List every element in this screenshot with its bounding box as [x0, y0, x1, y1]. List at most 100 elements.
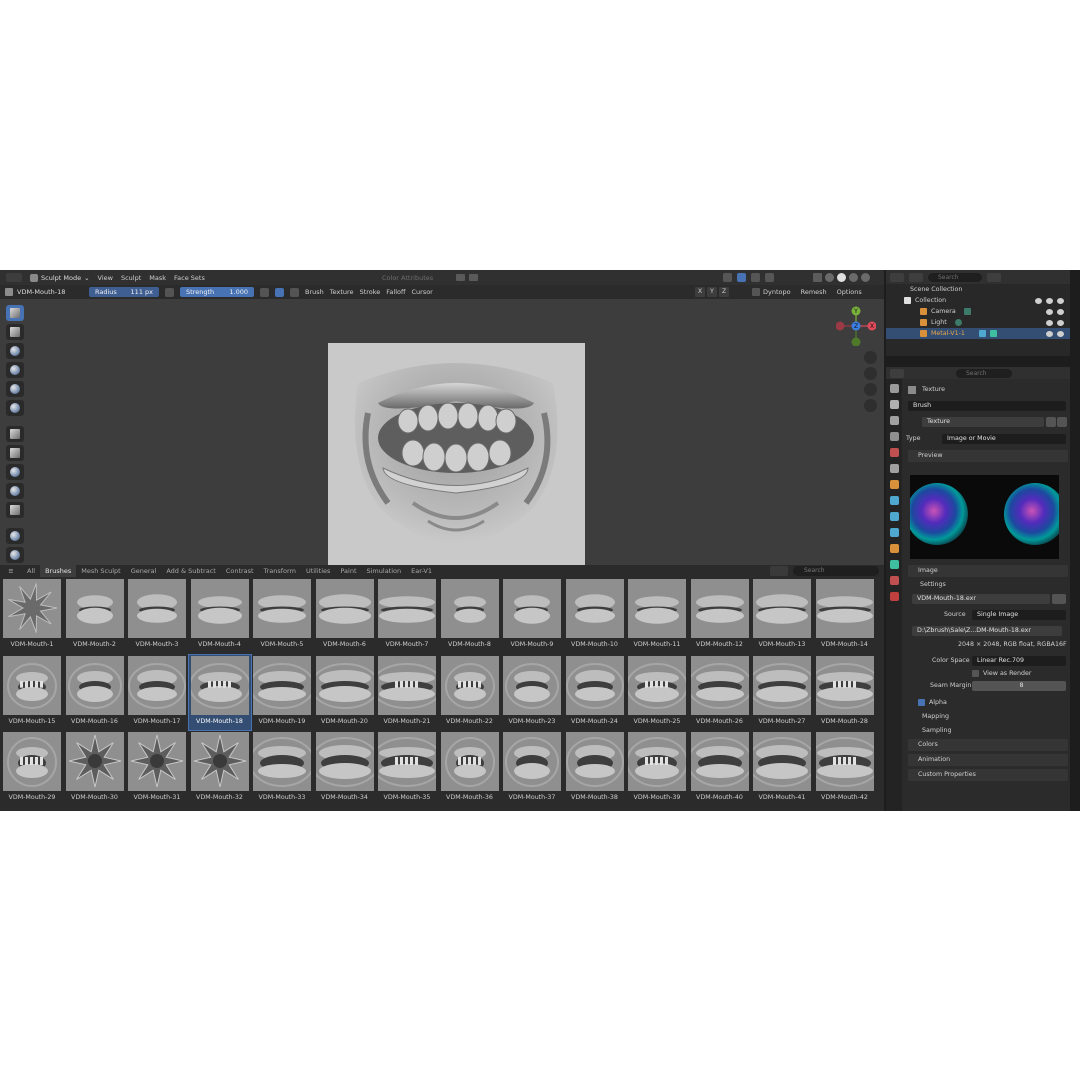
collection-row[interactable]: Collection — [886, 295, 1070, 306]
alpha-subpanel[interactable]: Alpha — [904, 697, 1068, 708]
camera-view-icon[interactable] — [864, 383, 877, 396]
image-panel-header[interactable]: Image — [908, 565, 1068, 577]
tool-cloth-filter[interactable] — [6, 547, 24, 563]
brush-asset-item[interactable]: VDM-Mouth-34 — [314, 731, 376, 806]
visibility-icon[interactable] — [723, 273, 732, 282]
brush-asset-item[interactable]: VDM-Mouth-2 — [64, 578, 126, 653]
brush-asset-item[interactable]: VDM-Mouth-8 — [439, 578, 501, 653]
editor-type-button[interactable] — [6, 273, 22, 282]
tool-brush[interactable] — [6, 305, 24, 321]
seam-margin-field[interactable]: 8 — [972, 681, 1066, 691]
dyntopo-toggle[interactable]: Dyntopo — [752, 288, 791, 296]
brush-asset-item[interactable]: VDM-Mouth-3 — [126, 578, 188, 653]
brush-asset-item[interactable]: VDM-Mouth-5 — [251, 578, 313, 653]
properties-search-input[interactable]: Search — [956, 368, 1012, 378]
pressure-radius-icon[interactable] — [165, 287, 174, 297]
open-image-button[interactable] — [1052, 594, 1066, 604]
brush-asset-item[interactable]: VDM-Mouth-12 — [689, 578, 751, 653]
tool-tab-icon[interactable] — [889, 384, 899, 393]
brush-asset-item[interactable]: VDM-Mouth-24 — [564, 655, 626, 730]
modifier-tab-icon[interactable] — [889, 496, 899, 505]
pan-hand-icon[interactable] — [864, 367, 877, 380]
brush-field[interactable]: Brush — [908, 401, 1066, 411]
material-tab-icon[interactable] — [889, 576, 899, 585]
tab-add-subtract[interactable]: Add & Subtract — [161, 565, 220, 577]
brush-asset-item[interactable]: VDM-Mouth-17 — [126, 655, 188, 730]
eye-icon[interactable] — [1046, 330, 1053, 337]
symmetry-x-button[interactable]: X — [695, 287, 705, 297]
options-menu[interactable]: Options — [837, 288, 862, 296]
brush-asset-item[interactable]: VDM-Mouth-10 — [564, 578, 626, 653]
properties-editor-button[interactable] — [890, 368, 904, 378]
brush-asset-item[interactable]: VDM-Mouth-37 — [501, 731, 563, 806]
source-dropdown[interactable]: Single Image — [972, 610, 1066, 620]
alpha-checkbox[interactable] — [918, 699, 925, 706]
rendered-shading-icon[interactable] — [861, 273, 870, 282]
eye-icon[interactable] — [1046, 297, 1053, 304]
outliner-item-metal[interactable]: Metal-V1-1 — [886, 328, 1070, 339]
brush-asset-item[interactable]: VDM-Mouth-26 — [689, 655, 751, 730]
view-as-render-checkbox[interactable] — [972, 670, 979, 677]
tab-simulation[interactable]: Simulation — [362, 565, 407, 577]
tool-mesh-filter[interactable] — [6, 528, 24, 544]
brush-asset-item[interactable]: VDM-Mouth-6 — [314, 578, 376, 653]
pivot-selector[interactable] — [456, 273, 492, 282]
camera-render-icon[interactable] — [1057, 308, 1064, 315]
3d-viewport[interactable]: Y X Z — [0, 299, 884, 575]
brush-asset-item[interactable]: VDM-Mouth-1 — [1, 578, 63, 653]
menu-view[interactable]: View — [98, 274, 113, 282]
tool-paint[interactable] — [6, 324, 24, 340]
scene-tab-icon[interactable] — [889, 448, 899, 457]
xray-toggle-icon[interactable] — [813, 273, 822, 282]
brush-asset-item[interactable]: VDM-Mouth-35 — [376, 731, 438, 806]
tool-inflate[interactable] — [6, 381, 24, 397]
camera-render-icon[interactable] — [1057, 330, 1064, 337]
tab-contrast[interactable]: Contrast — [221, 565, 259, 577]
brush-asset-item[interactable]: VDM-Mouth-7 — [376, 578, 438, 653]
outliner-editor-button[interactable] — [890, 272, 904, 282]
gizmo-toggle-icon[interactable] — [737, 273, 746, 282]
brush-asset-item[interactable]: VDM-Mouth-19 — [251, 655, 313, 730]
dyntopo-checkbox[interactable] — [752, 288, 760, 296]
custom-properties-panel-header[interactable]: Custom Properties — [908, 769, 1068, 781]
animation-panel-header[interactable]: Animation — [908, 754, 1068, 766]
tool-box-mask[interactable] — [6, 445, 24, 461]
xray-icon[interactable] — [765, 273, 774, 282]
menu-mask[interactable]: Mask — [149, 274, 166, 282]
output-tab-icon[interactable] — [889, 416, 899, 425]
menu-sculpt[interactable]: Sculpt — [121, 274, 141, 282]
brush-asset-item[interactable]: VDM-Mouth-9 — [501, 578, 563, 653]
world-tab-icon[interactable] — [889, 464, 899, 473]
display-mode-button[interactable] — [909, 272, 923, 282]
brush-asset-item[interactable]: VDM-Mouth-40 — [689, 731, 751, 806]
tool-clay[interactable] — [6, 362, 24, 378]
texture-menu[interactable]: Texture — [330, 288, 354, 296]
wireframe-shading-icon[interactable] — [825, 273, 834, 282]
shelf-search-input[interactable]: Search — [793, 566, 879, 576]
brush-asset-item[interactable]: VDM-Mouth-14 — [814, 578, 876, 653]
brush-menu[interactable]: Brush — [305, 288, 324, 296]
render-tab-icon[interactable] — [889, 400, 899, 409]
view-as-render-row[interactable]: View as Render — [904, 668, 1068, 679]
brush-asset-item[interactable]: VDM-Mouth-25 — [626, 655, 688, 730]
strength-slider[interactable]: Strength 1.000 — [180, 287, 254, 297]
grid-view-icon[interactable] — [864, 399, 877, 412]
brush-asset-item[interactable]: VDM-Mouth-32 — [189, 731, 251, 806]
scene-collection-row[interactable]: Scene Collection — [886, 284, 1070, 295]
view-layer-tab-icon[interactable] — [889, 432, 899, 441]
brush-asset-item[interactable]: VDM-Mouth-13 — [751, 578, 813, 653]
tab-mesh-sculpt[interactable]: Mesh Sculpt — [76, 565, 125, 577]
particles-tab-icon[interactable] — [889, 512, 899, 521]
falloff-menu[interactable]: Falloff — [386, 288, 405, 296]
tool-line-project[interactable] — [6, 502, 24, 518]
radius-slider[interactable]: Radius 111 px — [89, 287, 159, 297]
brush-asset-item[interactable]: VDM-Mouth-29 — [1, 731, 63, 806]
outliner-item-camera[interactable]: Camera — [886, 306, 1070, 317]
brush-asset-item[interactable]: VDM-Mouth-30 — [64, 731, 126, 806]
brush-asset-item[interactable]: VDM-Mouth-39 — [626, 731, 688, 806]
type-dropdown[interactable]: Image or Movie — [942, 434, 1066, 444]
zoom-icon[interactable] — [864, 351, 877, 364]
color-space-dropdown[interactable]: Linear Rec.709 — [972, 656, 1066, 666]
brush-asset-item[interactable]: VDM-Mouth-4 — [189, 578, 251, 653]
brush-asset-item[interactable]: VDM-Mouth-21 — [376, 655, 438, 730]
